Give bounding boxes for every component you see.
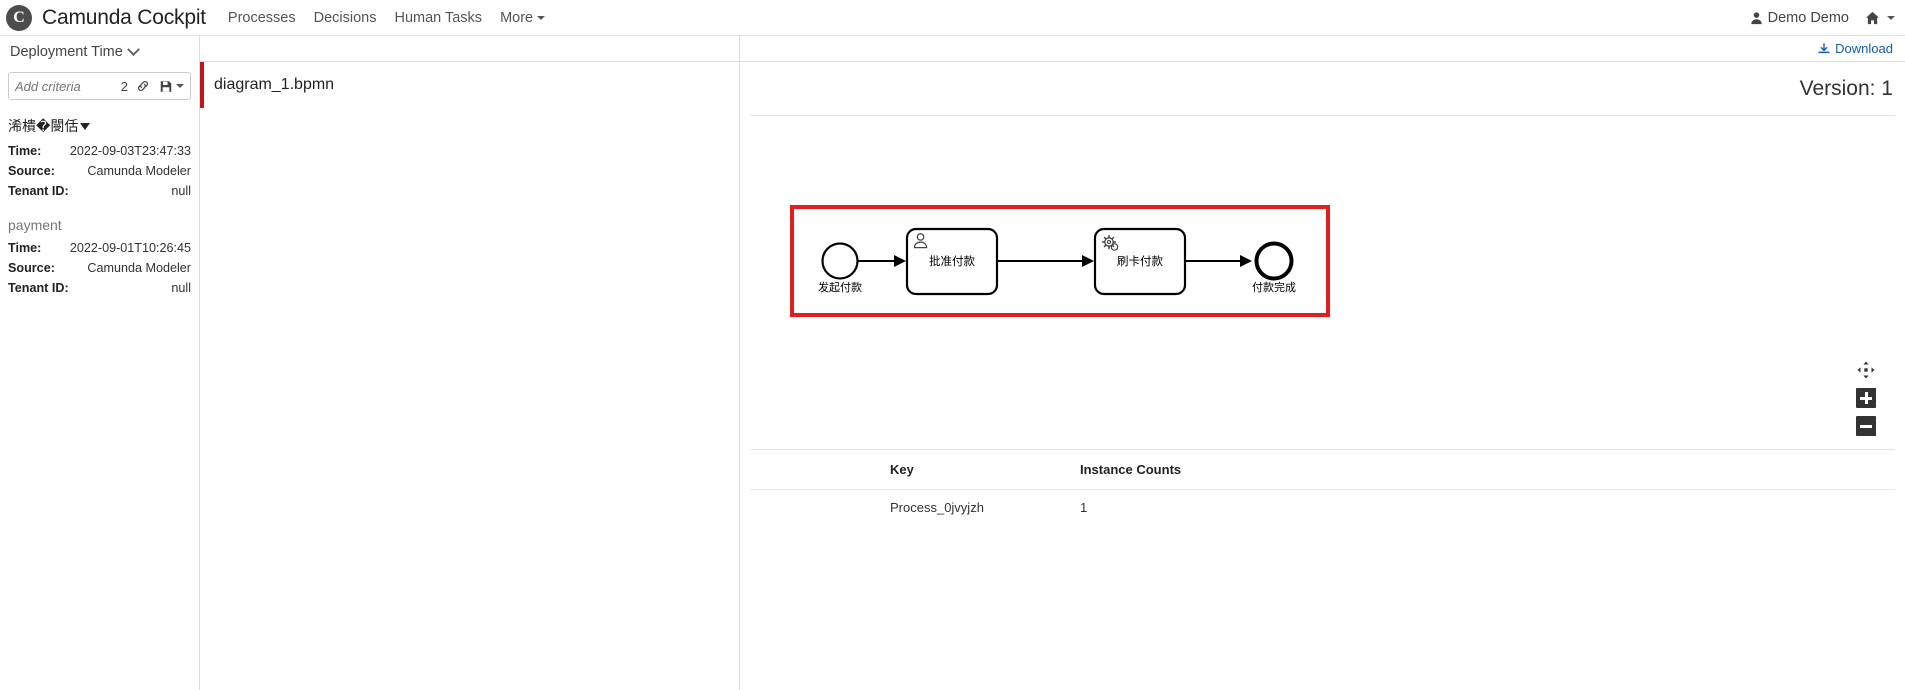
deployment-entry: payment Time: 2022-09-01T10:26:45 Source…: [8, 217, 191, 298]
version-label: Version: 1: [1799, 76, 1893, 100]
deployment-detail-row: Time: 2022-09-03T23:47:33: [8, 141, 191, 161]
detail-label: Time:: [8, 241, 42, 255]
sidebar-section-title: Deployment Time: [10, 44, 123, 60]
detail-label: Source:: [8, 261, 55, 275]
deployment-name: payment: [8, 217, 62, 233]
zoom-in-button[interactable]: [1855, 387, 1877, 409]
user-menu[interactable]: Demo Demo: [1750, 10, 1849, 26]
plus-icon: [1856, 388, 1876, 408]
process-definitions-table: Key Instance Counts Process_0jvyjzh 1: [750, 450, 1895, 525]
link-icon[interactable]: [136, 79, 150, 93]
criteria-count: 2: [120, 78, 128, 94]
nav-link-human-tasks[interactable]: Human Tasks: [394, 10, 482, 26]
logo-glyph: C: [13, 8, 25, 26]
home-menu[interactable]: [1865, 11, 1895, 25]
user-name: Demo Demo: [1767, 9, 1849, 26]
deployment-name: 浠樻�閿佸: [8, 118, 79, 134]
arrow-head-1: [894, 255, 906, 267]
resource-name: diagram_1.bpmn: [214, 76, 335, 93]
nav-link-more[interactable]: More: [500, 9, 546, 26]
sidebar: Deployment Time 2 浠樻�閿佸 Time:: [0, 36, 200, 690]
chevron-down-icon: [126, 42, 140, 56]
deployment-detail-row: Source: Camunda Modeler: [8, 258, 191, 278]
zoom-out-button[interactable]: [1855, 415, 1877, 437]
diagram-controls: [1855, 359, 1877, 437]
deployment-detail-row: Time: 2022-09-01T10:26:45: [8, 238, 191, 258]
detail-value: 2022-09-01T10:26:45: [69, 241, 191, 255]
diagram-panel: Download Version: 1 发起付款 批准付款 刷卡付款 付款完成 …: [740, 36, 1905, 690]
download-label: Download: [1835, 41, 1893, 56]
user-task-label: 批准付款: [929, 254, 975, 268]
detail-value: Camunda Modeler: [87, 261, 191, 275]
column-header-key[interactable]: Key: [750, 450, 1080, 490]
camunda-logo-icon: C: [6, 4, 32, 31]
detail-label: Tenant ID:: [8, 184, 69, 198]
top-navbar: C Camunda Cockpit Processes Decisions Hu…: [0, 0, 1905, 36]
app-title: Camunda Cockpit: [42, 5, 206, 29]
deployment-detail-row: Tenant ID: null: [8, 181, 191, 201]
move-crosshair-icon: [1857, 361, 1875, 379]
start-event-label: 发起付款: [818, 280, 862, 294]
table-row[interactable]: Process_0jvyjzh 1: [750, 490, 1895, 526]
home-icon: [1866, 11, 1879, 24]
deployment-detail-row: Tenant ID: null: [8, 278, 191, 298]
cell-key[interactable]: Process_0jvyjzh: [750, 490, 1080, 526]
nav-link-processes[interactable]: Processes: [228, 10, 296, 26]
detail-label: Time:: [8, 144, 42, 158]
detail-value: Camunda Modeler: [87, 164, 191, 178]
reset-zoom-button[interactable]: [1855, 359, 1877, 381]
detail-value: null: [171, 281, 191, 295]
nav-link-decisions[interactable]: Decisions: [314, 10, 377, 26]
main-nav: Processes Decisions Human Tasks More: [228, 9, 546, 26]
version-bar: Version: 1: [740, 62, 1905, 115]
download-bar: Download: [740, 36, 1905, 62]
column-header-instance-counts[interactable]: Instance Counts: [1080, 450, 1895, 490]
detail-value: 2022-09-03T23:47:33: [69, 144, 191, 158]
bpmn-canvas[interactable]: 发起付款 批准付款 刷卡付款 付款完成: [750, 116, 1895, 450]
cell-instance-count: 1: [1080, 500, 1088, 515]
detail-label: Tenant ID:: [8, 281, 69, 295]
resource-list-toolbar: [200, 36, 739, 62]
detail-value: null: [171, 184, 191, 198]
triangle-down-icon: [80, 122, 91, 130]
service-task-label: 刷卡付款: [1117, 254, 1163, 268]
navbar-right: Demo Demo: [1750, 10, 1905, 26]
download-button[interactable]: Download: [1818, 41, 1893, 56]
download-icon: [1818, 42, 1830, 53]
end-event-shape[interactable]: [1254, 241, 1294, 281]
bpmn-diagram-viewer[interactable]: 发起付款 批准付款 刷卡付款 付款完成: [750, 115, 1895, 450]
criteria-search-box[interactable]: 2: [8, 72, 191, 100]
resource-list-panel: diagram_1.bpmn: [200, 36, 740, 690]
nav-link-more-label: More: [500, 9, 534, 26]
chevron-down-icon: [176, 84, 184, 88]
detail-label: Source:: [8, 164, 55, 178]
save-disk-icon: [160, 80, 172, 92]
minus-icon: [1856, 416, 1876, 436]
deployment-time-toggle[interactable]: Deployment Time: [8, 36, 191, 66]
deployment-name-toggle[interactable]: payment: [8, 217, 191, 233]
deployment-name-toggle[interactable]: 浠樻�閿佸: [8, 116, 191, 136]
resource-item-diagram[interactable]: diagram_1.bpmn: [200, 62, 739, 108]
chevron-down-icon: [1887, 15, 1895, 20]
table-header-row: Key Instance Counts: [750, 450, 1895, 490]
search-input[interactable]: [15, 78, 121, 94]
chevron-down-icon: [537, 15, 546, 20]
start-event-shape[interactable]: [821, 242, 859, 280]
arrow-head-2: [1082, 255, 1094, 267]
deployment-detail-row: Source: Camunda Modeler: [8, 161, 191, 181]
deployment-entry: 浠樻�閿佸 Time: 2022-09-03T23:47:33 Source: …: [8, 116, 191, 201]
end-event-label: 付款完成: [1252, 280, 1296, 294]
process-definitions-table-wrap: Key Instance Counts Process_0jvyjzh 1: [750, 450, 1895, 525]
brand[interactable]: C Camunda Cockpit: [0, 4, 206, 31]
save-filter-button[interactable]: [160, 80, 184, 93]
user-icon: [1750, 11, 1762, 24]
chain-link-icon: [138, 81, 148, 91]
arrow-head-3: [1240, 255, 1252, 267]
